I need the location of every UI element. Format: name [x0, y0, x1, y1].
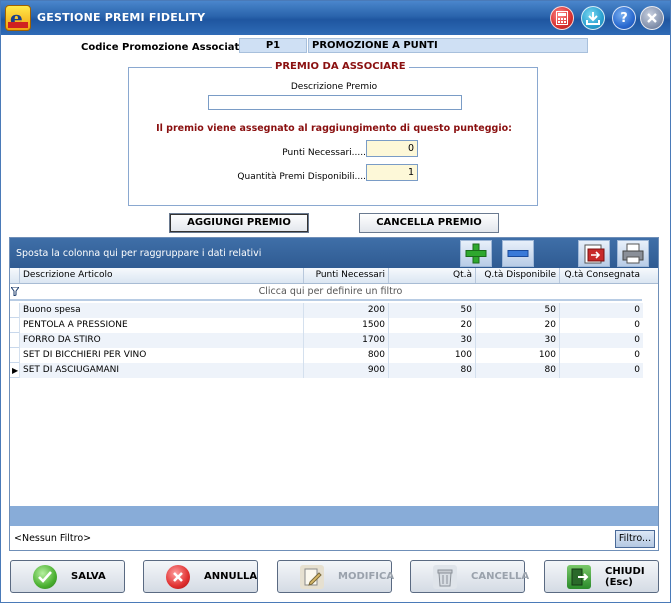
delete-button[interactable]: CANCELLA [410, 560, 529, 593]
help-icon[interactable]: ? [612, 6, 636, 30]
prizes-grid: Sposta la colonna qui per raggruppare i … [9, 237, 659, 551]
close-label: CHIUDI (Esc) [605, 565, 645, 588]
app-logo-icon: e [5, 5, 31, 31]
points-required-input[interactable]: 0 [366, 140, 418, 157]
delete-prize-button[interactable]: CANCELLA PREMIO [359, 213, 499, 233]
current-row-indicator-icon: ▶ [12, 366, 19, 375]
cancel-button[interactable]: ANNULLA [143, 560, 258, 593]
edit-button[interactable]: MODIFICA [277, 560, 395, 593]
edit-pencil-icon [300, 564, 324, 589]
trash-icon [433, 564, 457, 589]
table-row[interactable]: SET DI BICCHIERI PER VINO 800 100 100 0 [10, 348, 643, 363]
assign-threshold-text: Il premio viene assegnato al raggiungime… [156, 123, 512, 134]
cell-points: 200 [303, 303, 388, 318]
close-icon[interactable] [640, 6, 664, 30]
column-header-delivered[interactable]: Q.tà Consegnata [559, 268, 643, 283]
column-header-row: Descrizione Articolo Punti Necessari Qt.… [10, 268, 658, 284]
available-quantity-label: Quantità Premi Disponibili.... [237, 172, 366, 182]
table-row[interactable]: PENTOLA A PRESSIONE 1500 20 20 0 [10, 318, 643, 333]
checkmark-icon [33, 564, 57, 589]
table-row[interactable]: ▶ SET DI ASCIUGAMANI 900 80 80 0 [10, 363, 643, 378]
grid-rows: Buono spesa 200 50 50 0 PENTOLA A PRESSI… [10, 303, 643, 378]
add-prize-button[interactable]: AGGIUNGI PREMIO [169, 213, 309, 233]
cancel-x-icon [166, 564, 190, 589]
cell-qty: 20 [388, 318, 475, 333]
cell-delivered: 0 [559, 333, 643, 348]
edit-label: MODIFICA [338, 571, 395, 582]
cell-description: SET DI BICCHIERI PER VINO [19, 348, 303, 363]
prize-group: PREMIO DA ASSOCIARE Descrizione Premio I… [128, 61, 538, 206]
export-icon[interactable] [578, 240, 610, 267]
cell-points: 1500 [303, 318, 388, 333]
cell-description: SET DI ASCIUGAMANI [19, 363, 303, 378]
promotion-code-label: Codice Promozione Associata..... [81, 42, 266, 53]
filter-hint: Clicca qui per definire un filtro [258, 286, 403, 297]
horizontal-scrollbar[interactable] [10, 506, 658, 526]
prize-group-legend: PREMIO DA ASSOCIARE [272, 61, 409, 72]
cell-description: PENTOLA A PRESSIONE [19, 318, 303, 333]
cell-points: 1700 [303, 333, 388, 348]
cell-qty: 80 [388, 363, 475, 378]
table-row[interactable]: Buono spesa 200 50 50 0 [10, 303, 643, 318]
cell-delivered: 0 [559, 318, 643, 333]
group-by-hint: Sposta la colonna qui per raggruppare i … [16, 248, 262, 259]
filter-row[interactable]: Clicca qui per definire un filtro [10, 284, 642, 301]
calculator-icon[interactable] [550, 6, 574, 30]
prize-description-input[interactable] [208, 95, 462, 110]
cell-description: Buono spesa [19, 303, 303, 318]
cell-description: FORRO DA STIRO [19, 333, 303, 348]
cell-delivered: 0 [559, 363, 643, 378]
cell-available: 80 [475, 363, 559, 378]
remove-row-button[interactable] [502, 240, 534, 267]
column-header-points[interactable]: Punti Necessari [303, 268, 388, 283]
title-bar: e GESTIONE PREMI FIDELITY ? [1, 1, 670, 35]
window: e GESTIONE PREMI FIDELITY ? Codice Promo… [0, 0, 671, 603]
prize-description-label: Descrizione Premio [290, 82, 378, 92]
cell-qty: 100 [388, 348, 475, 363]
column-header-description[interactable]: Descrizione Articolo [19, 268, 303, 283]
grid-footer: <Nessun Filtro> Filtro... [10, 527, 658, 550]
table-row[interactable]: FORRO DA STIRO 1700 30 30 0 [10, 333, 643, 348]
points-required-label: Punti Necessari..... [282, 148, 366, 158]
delete-label: CANCELLA [471, 571, 530, 582]
window-title: GESTIONE PREMI FIDELITY [37, 11, 206, 24]
column-header-available[interactable]: Q.tà Disponibile [475, 268, 559, 283]
save-label: SALVA [71, 571, 106, 582]
cell-qty: 50 [388, 303, 475, 318]
cell-delivered: 0 [559, 348, 643, 363]
promotion-description-field: PROMOZIONE A PUNTI [308, 38, 588, 53]
cell-qty: 30 [388, 333, 475, 348]
column-header-qty[interactable]: Qt.à [388, 268, 475, 283]
download-icon[interactable] [581, 6, 605, 30]
filter-button[interactable]: Filtro... [615, 530, 655, 548]
exit-door-icon [567, 564, 591, 589]
cell-available: 30 [475, 333, 559, 348]
save-button[interactable]: SALVA [10, 560, 125, 593]
add-row-button[interactable] [460, 240, 492, 267]
close-button[interactable]: CHIUDI (Esc) [544, 560, 659, 593]
cancel-label: ANNULLA [204, 571, 258, 582]
cell-delivered: 0 [559, 303, 643, 318]
cell-available: 20 [475, 318, 559, 333]
cell-points: 800 [303, 348, 388, 363]
available-quantity-input[interactable]: 1 [366, 164, 418, 181]
active-filter-text: <Nessun Filtro> [14, 533, 92, 544]
cell-available: 50 [475, 303, 559, 318]
cell-available: 100 [475, 348, 559, 363]
group-by-bar[interactable]: Sposta la colonna qui per raggruppare i … [10, 238, 658, 268]
filter-icon [10, 286, 20, 297]
promotion-code-field[interactable]: P1 [239, 38, 307, 53]
print-icon[interactable] [617, 240, 649, 267]
cell-points: 900 [303, 363, 388, 378]
